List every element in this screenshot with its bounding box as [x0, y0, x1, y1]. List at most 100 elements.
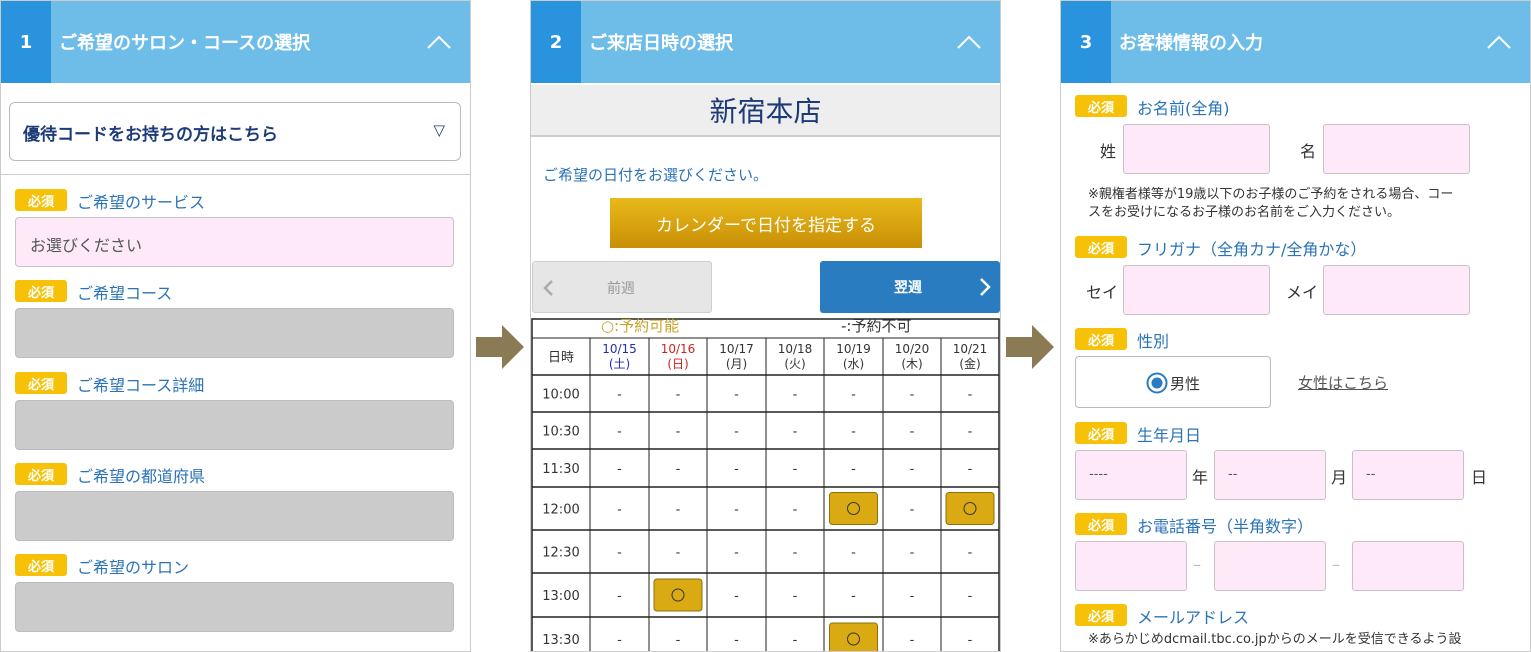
- unavailable-mark: -: [910, 589, 915, 604]
- availability-table: ○:予約可能 -:予約不可日時 10/15(土) 10/16(日) 10/17(月) 10…: [531, 317, 1000, 652]
- unavailable-mark: -: [734, 388, 739, 403]
- available-slot-button[interactable]: [653, 578, 703, 612]
- radio-selected-icon: [1146, 372, 1168, 394]
- birth-day-select[interactable]: --: [1352, 450, 1464, 500]
- day-date: 10/20: [895, 342, 930, 356]
- course-select[interactable]: [15, 308, 454, 358]
- required-badge: 必須: [1075, 604, 1127, 626]
- unavailable-mark: -: [851, 546, 856, 561]
- day-of-week: (水): [843, 357, 864, 371]
- unavailable-mark: -: [617, 546, 622, 561]
- caret-down-icon: ▽: [433, 121, 445, 139]
- unavailable-mark: -: [968, 589, 973, 604]
- kana-first-input[interactable]: [1323, 265, 1470, 315]
- required-badge: 必須: [15, 189, 67, 211]
- step-number: 1: [1, 1, 51, 83]
- unavailable-mark: -: [968, 462, 973, 477]
- day-date: 10/18: [778, 342, 813, 356]
- course-detail-select[interactable]: [15, 400, 454, 450]
- unavailable-mark: -: [793, 589, 798, 604]
- year-unit: 年: [1192, 468, 1209, 487]
- unavailable-mark: -: [617, 388, 622, 403]
- chevron-right-icon: [980, 278, 991, 296]
- phone-input-1[interactable]: [1075, 541, 1187, 591]
- unavailable-mark: -: [793, 633, 798, 648]
- time-slot-label: 10:30: [542, 425, 579, 440]
- unavailable-mark: -: [734, 633, 739, 648]
- service-select[interactable]: お選びください: [15, 217, 454, 267]
- calendar-button-label: カレンダーで日付を指定する: [656, 215, 876, 236]
- unavailable-mark: -: [910, 425, 915, 440]
- phone-input-2[interactable]: [1214, 541, 1326, 591]
- time-slot-label: 12:00: [542, 503, 579, 518]
- day-of-week: (木): [901, 357, 922, 371]
- unavailable-mark: -: [910, 388, 915, 403]
- phone-separator: –: [1332, 555, 1340, 574]
- birth-month-select[interactable]: --: [1214, 450, 1326, 500]
- name-note-line: スをお受けになるお子様のお名前をご入力ください。: [1088, 205, 1401, 220]
- prefecture-label: ご希望の都道府県: [77, 467, 206, 486]
- legend-unavailable: -:予約不可: [841, 317, 911, 335]
- unavailable-mark: -: [676, 546, 681, 561]
- day-date: 10/17: [719, 342, 754, 356]
- gender-label: 性別: [1137, 332, 1170, 351]
- unavailable-mark: -: [734, 546, 739, 561]
- gender-male-text: 男性: [1170, 375, 1201, 393]
- available-slot-button[interactable]: [945, 492, 995, 525]
- date-instruction: ご希望の日付をお選びください。: [543, 166, 769, 184]
- prev-week-button[interactable]: 前週: [532, 261, 712, 313]
- next-week-button[interactable]: 翌週: [820, 261, 1000, 313]
- chevron-up-icon[interactable]: [1486, 32, 1512, 52]
- chevron-up-icon[interactable]: [426, 32, 452, 52]
- first-name-input[interactable]: [1323, 124, 1470, 174]
- day-of-week: (月): [726, 357, 747, 371]
- required-badge: 必須: [15, 554, 67, 576]
- phone-input-3[interactable]: [1352, 541, 1464, 591]
- calendar-grid: ○:予約可能 -:予約不可 日時 10/15 (土) 10/16 (日) 10/17 (月) 10…: [531, 317, 1000, 652]
- available-slot-button[interactable]: [829, 492, 878, 525]
- last-name-label: 姓: [1100, 142, 1117, 161]
- service-label: ご希望のサービス: [77, 193, 206, 212]
- step-title: お客様情報の入力: [1119, 33, 1263, 54]
- unavailable-mark: -: [910, 546, 915, 561]
- unavailable-mark: -: [676, 425, 681, 440]
- last-name-input[interactable]: [1123, 124, 1270, 174]
- salon-select[interactable]: [15, 582, 454, 632]
- required-badge: 必須: [1075, 422, 1127, 444]
- gender-male-option[interactable]: 男性: [1075, 356, 1271, 408]
- name-note-line: ※親権者様等が19歳以下のお子様のご予約をされる場合、コー: [1088, 187, 1454, 202]
- calendar-button[interactable]: カレンダーで日付を指定する: [610, 198, 922, 248]
- unavailable-mark: -: [617, 425, 622, 440]
- kana-label: フリガナ（全角カナ/全角かな）: [1137, 240, 1367, 259]
- arrow-right-icon: [1006, 325, 1054, 369]
- service-select-value: お選びください: [30, 236, 143, 255]
- promo-code-toggle[interactable]: 優待コードをお持ちの方はこちら ▽: [9, 102, 461, 161]
- step3-header[interactable]: 3 お客様情報の入力: [1061, 1, 1530, 83]
- unavailable-mark: -: [968, 546, 973, 561]
- salon-label: ご希望のサロン: [77, 558, 190, 577]
- step3-panel: 3 お客様情報の入力 必須 お名前(全角) 姓 名 ※親権者様等が19歳以下のお…: [1060, 0, 1531, 652]
- female-link[interactable]: 女性はこちら: [1298, 372, 1388, 393]
- required-badge: 必須: [1075, 513, 1127, 535]
- available-slot-button[interactable]: [829, 622, 878, 652]
- day-of-week: (金): [959, 356, 980, 371]
- day-unit: 日: [1471, 468, 1488, 487]
- unavailable-mark: -: [968, 633, 973, 648]
- unavailable-mark: -: [910, 633, 915, 648]
- birth-year-value: ----: [1089, 467, 1108, 482]
- step1-header[interactable]: 1 ご希望のサロン・コースの選択: [1, 1, 470, 83]
- unavailable-mark: -: [617, 503, 622, 518]
- birth-year-select[interactable]: ----: [1075, 450, 1187, 500]
- divider: [1, 174, 470, 175]
- unavailable-mark: -: [734, 462, 739, 477]
- step-number: 3: [1061, 1, 1111, 83]
- unavailable-mark: -: [851, 462, 856, 477]
- unavailable-mark: -: [676, 388, 681, 403]
- chevron-up-icon[interactable]: [956, 32, 982, 52]
- prefecture-select[interactable]: [15, 491, 454, 541]
- unavailable-mark: -: [968, 388, 973, 403]
- kana-last-input[interactable]: [1123, 265, 1270, 315]
- course-detail-label: ご希望コース詳細: [77, 376, 205, 395]
- step2-header[interactable]: 2 ご来店日時の選択: [531, 1, 1000, 83]
- unavailable-mark: -: [968, 425, 973, 440]
